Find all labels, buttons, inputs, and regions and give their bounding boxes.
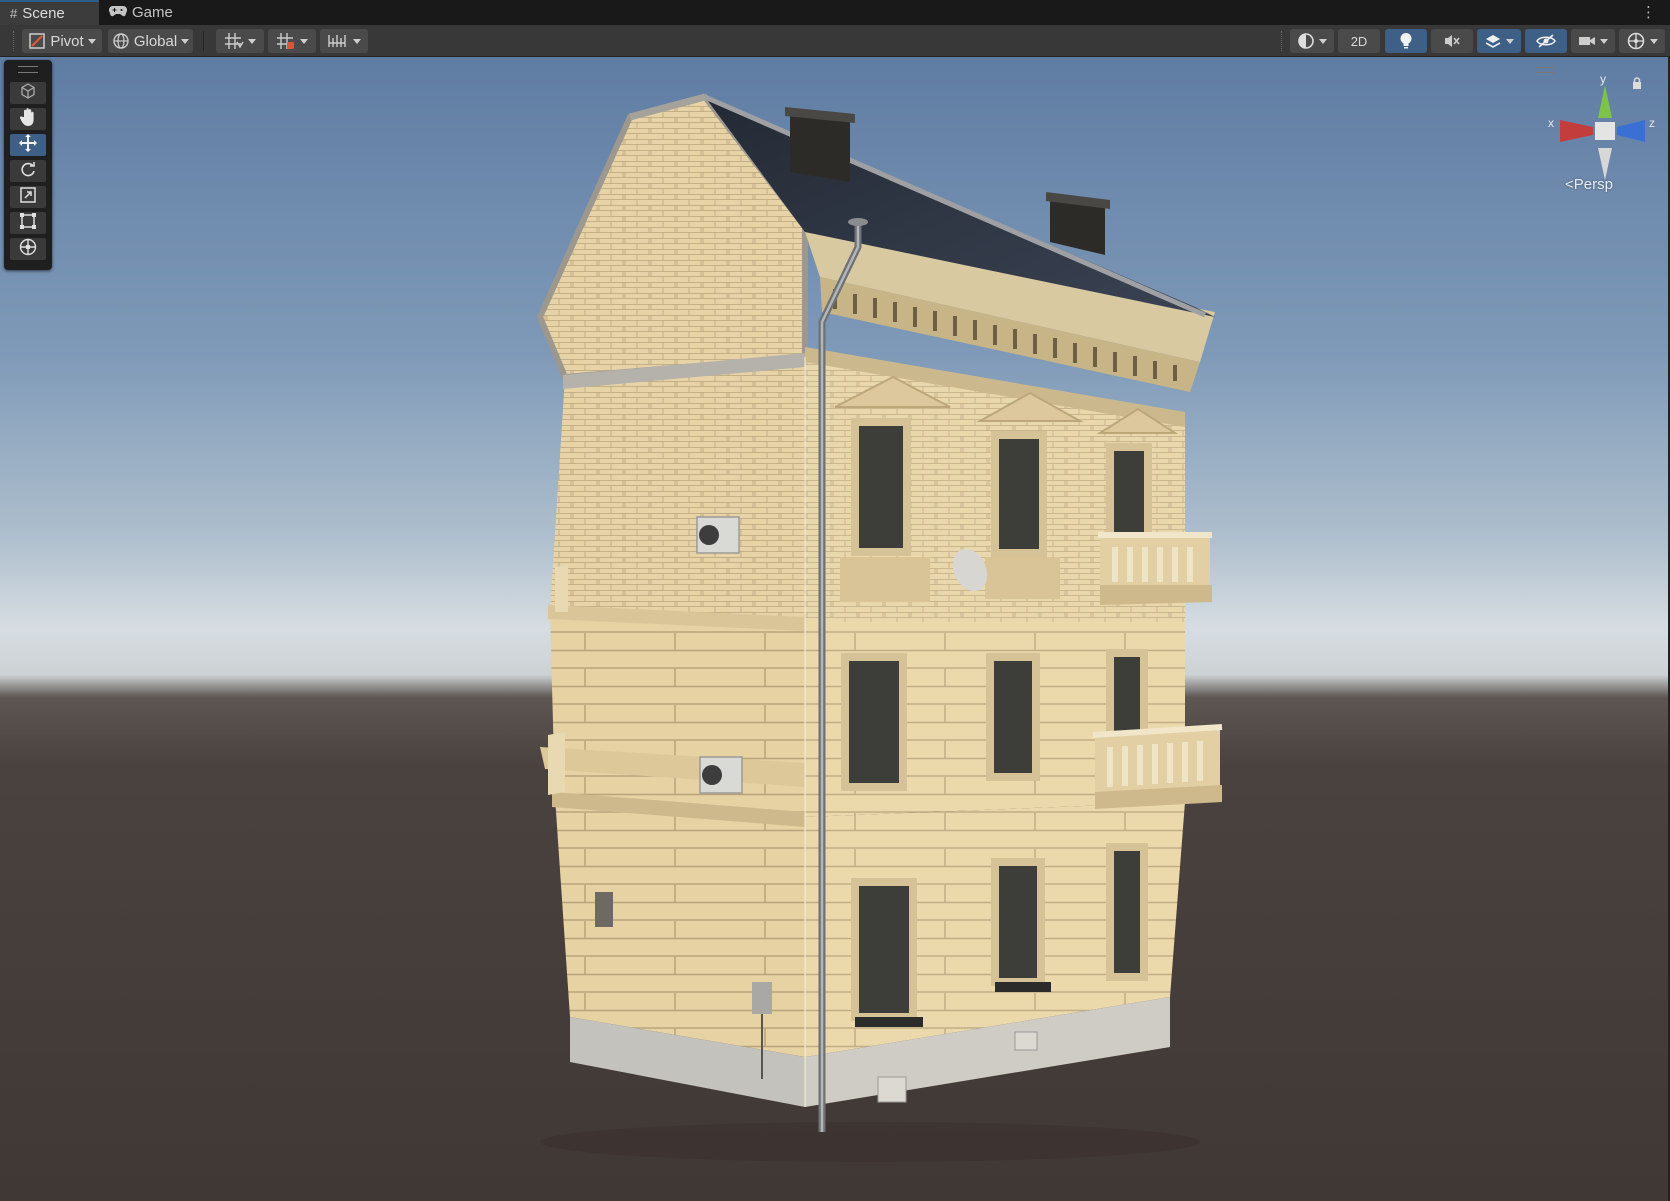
effects-dropdown[interactable] xyxy=(1477,29,1521,53)
cube-icon xyxy=(19,82,37,105)
scene-viewport[interactable] xyxy=(0,57,1670,1201)
tab-game[interactable]: Game xyxy=(99,0,179,25)
gizmo-z-cone xyxy=(1617,120,1645,142)
chevron-down-icon xyxy=(353,38,361,44)
chevron-down-icon xyxy=(1319,38,1327,44)
projection-toggle[interactable]: <Persp xyxy=(1565,176,1613,193)
tab-bar: # Scene Game ⋮ xyxy=(0,0,1670,25)
chevron-down-icon xyxy=(248,38,256,44)
transform-all-icon xyxy=(18,237,38,262)
ruler-snap-dropdown[interactable] xyxy=(320,29,368,53)
gizmos-dropdown[interactable] xyxy=(1619,29,1665,53)
chevron-down-icon xyxy=(87,38,96,44)
gizmo-x-label: x xyxy=(1548,116,1554,130)
gizmo-z-label: z xyxy=(1649,116,1655,130)
global-dropdown[interactable]: Global xyxy=(108,29,193,53)
2d-toggle-button[interactable]: 2D xyxy=(1338,29,1380,53)
toolbar-separator xyxy=(203,31,204,51)
2d-label: 2D xyxy=(1350,33,1368,49)
hand-icon xyxy=(19,107,37,132)
pivot-icon xyxy=(28,32,46,50)
ruler-icon xyxy=(327,32,349,50)
grid-snapping-dropdown[interactable] xyxy=(216,29,264,53)
rotate-icon xyxy=(19,160,37,183)
pivot-dropdown[interactable]: Pivot xyxy=(22,29,102,53)
gizmo-y-cone xyxy=(1598,85,1612,118)
gamepad-icon xyxy=(108,4,128,21)
eye-hidden-icon xyxy=(1536,33,1556,49)
chevron-left-icon: < xyxy=(1565,176,1574,193)
move-tool-button[interactable] xyxy=(10,133,46,158)
ac-unit xyxy=(696,516,740,554)
grid-hash-icon: # xyxy=(10,6,18,21)
shaded-sphere-icon xyxy=(1297,32,1315,50)
toolbar-grip xyxy=(1281,31,1284,51)
rotate-tool-button[interactable] xyxy=(10,160,46,182)
balcony-upper xyxy=(1098,532,1212,605)
more-options-icon[interactable]: ⋮ xyxy=(1641,3,1656,21)
speaker-muted-icon xyxy=(1443,33,1461,49)
pivot-label: Pivot xyxy=(50,32,84,50)
chevron-down-icon xyxy=(1650,38,1658,44)
chevron-down-icon xyxy=(1600,38,1608,44)
shading-mode-dropdown[interactable] xyxy=(1290,29,1334,53)
scene-visibility-toggle[interactable] xyxy=(1525,29,1567,53)
scale-tool-button[interactable] xyxy=(10,186,46,208)
grid-snap-icon xyxy=(224,32,244,50)
projection-label: Persp xyxy=(1573,176,1613,193)
hand-tool-button[interactable] xyxy=(10,107,46,132)
camera-icon xyxy=(1578,34,1596,48)
globe-icon xyxy=(112,32,130,50)
tool-palette xyxy=(4,60,52,270)
toolbar-grip xyxy=(13,31,16,51)
increment-snap-dropdown[interactable] xyxy=(268,29,316,53)
gizmo-x-cone xyxy=(1560,120,1593,142)
palette-drag-handle[interactable] xyxy=(18,66,38,73)
lightbulb-icon xyxy=(1399,32,1413,50)
gizmo-globe-icon xyxy=(1626,31,1646,51)
building-model xyxy=(536,93,1223,1162)
scale-icon xyxy=(19,186,37,209)
global-label: Global xyxy=(133,32,178,50)
move-arrows-icon xyxy=(18,133,38,158)
gizmo-center-cube xyxy=(1595,122,1615,140)
chevron-down-icon xyxy=(300,38,308,44)
view-tool-button[interactable] xyxy=(10,82,46,104)
snap-increment-icon xyxy=(276,32,296,50)
scene-toolbar: Pivot Global 2D xyxy=(0,25,1670,57)
balcony-lower xyxy=(1092,724,1223,809)
rect-tool-button[interactable] xyxy=(10,212,46,234)
ac-unit xyxy=(699,756,743,794)
lighting-toggle-button[interactable] xyxy=(1385,29,1427,53)
audio-toggle-button[interactable] xyxy=(1431,29,1473,53)
chevron-down-icon xyxy=(1506,38,1514,44)
tab-scene[interactable]: # Scene xyxy=(0,0,99,25)
layers-stack-icon xyxy=(1484,32,1502,50)
rect-transform-icon xyxy=(19,212,37,235)
chevron-down-icon xyxy=(181,38,190,44)
transform-tool-button[interactable] xyxy=(10,238,46,260)
gizmo-y-label: y xyxy=(1600,72,1606,86)
camera-settings-dropdown[interactable] xyxy=(1571,29,1615,53)
tab-scene-label: Scene xyxy=(22,5,65,22)
tab-game-label: Game xyxy=(132,4,173,21)
lock-icon[interactable] xyxy=(1632,76,1642,94)
